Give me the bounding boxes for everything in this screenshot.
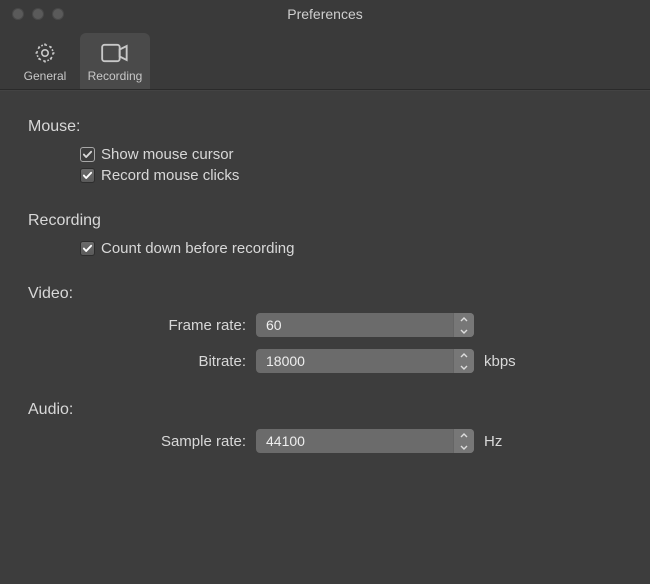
record-mouse-clicks-label: Record mouse clicks — [101, 167, 239, 184]
chevron-down-icon — [454, 325, 474, 337]
countdown-row[interactable]: Count down before recording — [80, 240, 622, 257]
audio-section-header: Audio: — [28, 401, 622, 419]
frame-rate-select[interactable]: 60 — [256, 313, 474, 337]
frame-rate-value: 60 — [266, 317, 282, 333]
sample-rate-stepper[interactable] — [453, 429, 474, 453]
tab-recording[interactable]: Recording — [80, 33, 150, 89]
frame-rate-stepper[interactable] — [453, 313, 474, 337]
tab-recording-label: Recording — [80, 69, 150, 83]
bitrate-value: 18000 — [266, 353, 305, 369]
sample-rate-value: 44100 — [266, 433, 305, 449]
traffic-lights — [0, 8, 64, 20]
video-section-header: Video: — [28, 285, 622, 303]
frame-rate-label: Frame rate: — [28, 317, 256, 334]
video-camera-icon — [80, 39, 150, 67]
bitrate-label: Bitrate: — [28, 353, 256, 370]
minimize-window-button[interactable] — [32, 8, 44, 20]
chevron-up-icon — [454, 429, 474, 441]
recording-section-header: Recording — [28, 212, 622, 230]
titlebar: Preferences — [0, 0, 650, 28]
sample-rate-row: Sample rate: 44100 Hz — [28, 429, 622, 453]
bitrate-unit: kbps — [484, 353, 516, 370]
zoom-window-button[interactable] — [52, 8, 64, 20]
sample-rate-unit: Hz — [484, 433, 502, 450]
show-mouse-cursor-row[interactable]: Show mouse cursor — [80, 146, 622, 163]
close-window-button[interactable] — [12, 8, 24, 20]
chevron-up-icon — [454, 349, 474, 361]
chevron-down-icon — [454, 361, 474, 373]
window-title: Preferences — [0, 6, 650, 22]
chevron-down-icon — [454, 441, 474, 453]
bitrate-select[interactable]: 18000 — [256, 349, 474, 373]
frame-rate-row: Frame rate: 60 — [28, 313, 622, 337]
countdown-label: Count down before recording — [101, 240, 294, 257]
bitrate-row: Bitrate: 18000 kbps — [28, 349, 622, 373]
tab-general-label: General — [10, 69, 80, 83]
gear-icon — [10, 39, 80, 67]
bitrate-stepper[interactable] — [453, 349, 474, 373]
preferences-content: Mouse: Show mouse cursor Record mouse cl… — [0, 90, 650, 493]
show-mouse-cursor-label: Show mouse cursor — [101, 146, 234, 163]
show-mouse-cursor-checkbox[interactable] — [80, 147, 95, 162]
preferences-toolbar: General Recording — [0, 28, 650, 90]
record-mouse-clicks-row[interactable]: Record mouse clicks — [80, 167, 622, 184]
chevron-up-icon — [454, 313, 474, 325]
sample-rate-label: Sample rate: — [28, 433, 256, 450]
tab-general[interactable]: General — [10, 33, 80, 89]
mouse-section-header: Mouse: — [28, 118, 622, 136]
sample-rate-select[interactable]: 44100 — [256, 429, 474, 453]
countdown-checkbox[interactable] — [80, 241, 95, 256]
record-mouse-clicks-checkbox[interactable] — [80, 168, 95, 183]
